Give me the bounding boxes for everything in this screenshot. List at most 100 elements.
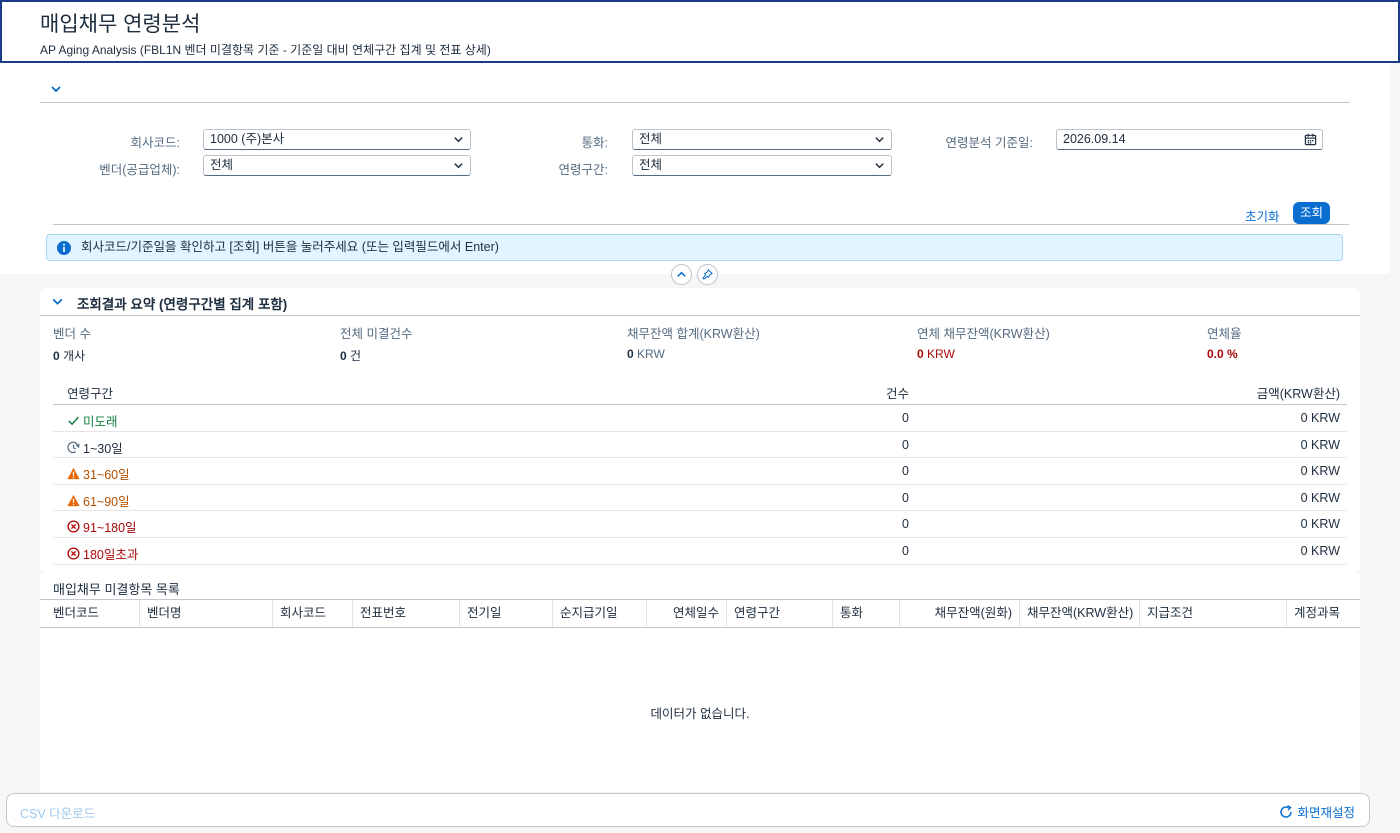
warning-icon — [67, 468, 80, 480]
count-cell: 0 — [902, 437, 909, 452]
column-header-posting-date[interactable]: 전기일 — [460, 600, 553, 627]
count-cell: 0 — [902, 517, 909, 532]
column-header-amount[interactable]: 금액(KRW환산) — [1257, 383, 1340, 402]
key-date-value: 2026.09.14 — [1063, 132, 1126, 146]
count-cell: 0 — [902, 464, 909, 479]
column-header-vendor-code[interactable]: 벤더코드 — [46, 600, 140, 627]
pin-icon — [702, 269, 713, 280]
amount-cell: 0 KRW — [1300, 464, 1340, 479]
aging-band-cell: 91~180일 — [67, 517, 137, 536]
column-header-count[interactable]: 건수 — [886, 383, 909, 402]
count-cell: 0 — [902, 490, 909, 505]
kpi-value: 0 KRW — [627, 347, 665, 361]
calendar-icon[interactable] — [1304, 133, 1317, 146]
table-row[interactable]: 미도래 0 0 KRW — [53, 405, 1347, 432]
check-icon — [68, 416, 79, 426]
aging-band-cell: 180일초과 — [67, 544, 138, 563]
column-header-company-code[interactable]: 회사코드 — [273, 600, 353, 627]
info-message-strip: 회사코드/기준일을 확인하고 [조회] 버튼을 눌러주세요 (또는 입력필드에서… — [46, 234, 1343, 261]
summary-panel-header[interactable]: 조회결과 요약 (연령구간별 집계 포함) — [40, 288, 1360, 316]
go-button[interactable]: 조회 — [1293, 202, 1330, 224]
aging-band-label: 연령구간: — [558, 163, 608, 177]
info-icon — [57, 241, 71, 255]
table-title: 매입채무 미결항목 목록 — [53, 582, 180, 597]
kpi-value: 0 건 — [340, 349, 362, 363]
table-row[interactable]: 91~180일 0 0 KRW — [53, 511, 1347, 538]
column-header-document-number[interactable]: 전표번호 — [353, 600, 460, 627]
amount-cell: 0 KRW — [1300, 517, 1340, 532]
aging-band-cell: 31~60일 — [67, 464, 130, 483]
csv-download-button[interactable]: CSV 다운로드 — [20, 803, 95, 822]
column-header-aging-band[interactable]: 연령구간 — [727, 600, 833, 627]
clock-refresh-icon — [67, 441, 80, 453]
kpi-label: 연체 채무잔액(KRW환산) — [917, 327, 1050, 341]
divider — [40, 102, 1350, 103]
info-message-text: 회사코드/기준일을 확인하고 [조회] 버튼을 눌러주세요 (또는 입력필드에서… — [81, 240, 499, 254]
reset-view-label: 화면재설정 — [1297, 806, 1355, 820]
page-title: 매입채무 연령분석 — [40, 13, 201, 36]
table-row[interactable]: 180일초과 0 0 KRW — [53, 538, 1347, 565]
column-header-gl-account[interactable]: 계정과목 — [1287, 600, 1347, 627]
table-header-row: 벤더코드 벤더명 회사코드 전표번호 전기일 순지급기일 연체일수 연령구간 통… — [40, 599, 1360, 628]
column-header-days-overdue[interactable]: 연체일수 — [647, 600, 727, 627]
filter-bar: 회사코드: 1000 (주)본사 통화: 전체 연령분석 기준일: 2026.0… — [0, 63, 1390, 274]
chevron-down-icon[interactable] — [51, 295, 64, 308]
chevron-down-icon — [875, 137, 884, 143]
key-date-label: 연령분석 기준일: — [945, 136, 1033, 150]
pin-header-button[interactable] — [697, 264, 718, 285]
summary-title: 조회결과 요약 (연령구간별 집계 포함) — [77, 297, 288, 312]
collapse-header-button[interactable] — [671, 264, 692, 285]
kpi-value: 0 KRW — [917, 347, 955, 361]
column-header-payment-terms[interactable]: 지급조건 — [1140, 600, 1287, 627]
kpi-total-balance: 채무잔액 합계(KRW환산) 0 KRW — [627, 323, 760, 361]
open-items-table: 매입채무 미결항목 목록 벤더코드 벤더명 회사코드 전표번호 전기일 순지급기… — [40, 574, 1360, 792]
column-header-balance-local[interactable]: 채무잔액(원화) — [900, 600, 1020, 627]
company-code-select[interactable]: 1000 (주)본사 — [203, 129, 471, 150]
aging-band-select[interactable]: 전체 — [632, 155, 892, 176]
company-code-value: 1000 (주)본사 — [210, 132, 285, 146]
column-header-currency[interactable]: 통화 — [833, 600, 900, 627]
currency-select[interactable]: 전체 — [632, 129, 892, 150]
summary-panel: 조회결과 요약 (연령구간별 집계 포함) 벤더 수 0 개사 전체 미결건수 … — [40, 288, 1360, 574]
kpi-label: 채무잔액 합계(KRW환산) — [627, 327, 760, 341]
amount-cell: 0 KRW — [1300, 437, 1340, 452]
vendor-select[interactable]: 전체 — [203, 155, 471, 176]
aging-table-header: 연령구간 건수 금액(KRW환산) — [53, 374, 1347, 405]
count-cell: 0 — [902, 411, 909, 425]
column-header-balance-krw[interactable]: 채무잔액(KRW환산) — [1020, 600, 1140, 627]
kpi-label: 연체율 — [1207, 327, 1242, 341]
aging-band-cell: 미도래 — [67, 411, 118, 430]
chevron-down-icon[interactable] — [48, 81, 64, 97]
vendor-label: 벤더(공급업체): — [99, 163, 180, 177]
reset-view-button[interactable]: 화면재설정 — [1279, 802, 1355, 821]
currency-label: 통화: — [581, 136, 608, 150]
kpi-open-items: 전체 미결건수 0 건 — [340, 323, 412, 364]
column-header-vendor-name[interactable]: 벤더명 — [140, 600, 273, 627]
key-date-picker[interactable]: 2026.09.14 — [1056, 129, 1323, 150]
error-circle-icon — [67, 520, 80, 533]
column-header-net-due-date[interactable]: 순지급기일 — [553, 600, 647, 627]
amount-cell: 0 KRW — [1300, 411, 1340, 425]
refresh-icon — [1280, 804, 1293, 818]
count-cell: 0 — [902, 543, 909, 558]
table-row[interactable]: 31~60일 0 0 KRW — [53, 458, 1347, 485]
aging-band-cell: 61~90일 — [67, 491, 130, 510]
chevron-up-icon — [677, 271, 686, 277]
amount-cell: 0 KRW — [1300, 543, 1340, 558]
table-row[interactable]: 1~30일 0 0 KRW — [53, 432, 1347, 459]
column-header-band[interactable]: 연령구간 — [67, 383, 113, 402]
chevron-down-icon — [875, 163, 884, 169]
error-circle-icon — [67, 547, 80, 560]
page-header: 매입채무 연령분석 AP Aging Analysis (FBL1N 벤더 미결… — [0, 0, 1400, 63]
aging-band-value: 전체 — [639, 158, 663, 172]
kpi-overdue-balance: 연체 채무잔액(KRW환산) 0 KRW — [917, 323, 1050, 361]
currency-value: 전체 — [639, 132, 663, 146]
aging-table: 연령구간 건수 금액(KRW환산) 미도래 0 0 KRW 1~30일 0 0 … — [53, 374, 1347, 565]
footer-toolbar: CSV 다운로드 화면재설정 — [6, 793, 1370, 827]
warning-icon — [67, 494, 80, 506]
vendor-value: 전체 — [210, 158, 234, 172]
page-subtitle: AP Aging Analysis (FBL1N 벤더 미결항목 기준 - 기준… — [40, 43, 491, 57]
chevron-down-icon — [454, 163, 463, 169]
kpi-label: 벤더 수 — [53, 327, 91, 341]
table-row[interactable]: 61~90일 0 0 KRW — [53, 485, 1347, 512]
